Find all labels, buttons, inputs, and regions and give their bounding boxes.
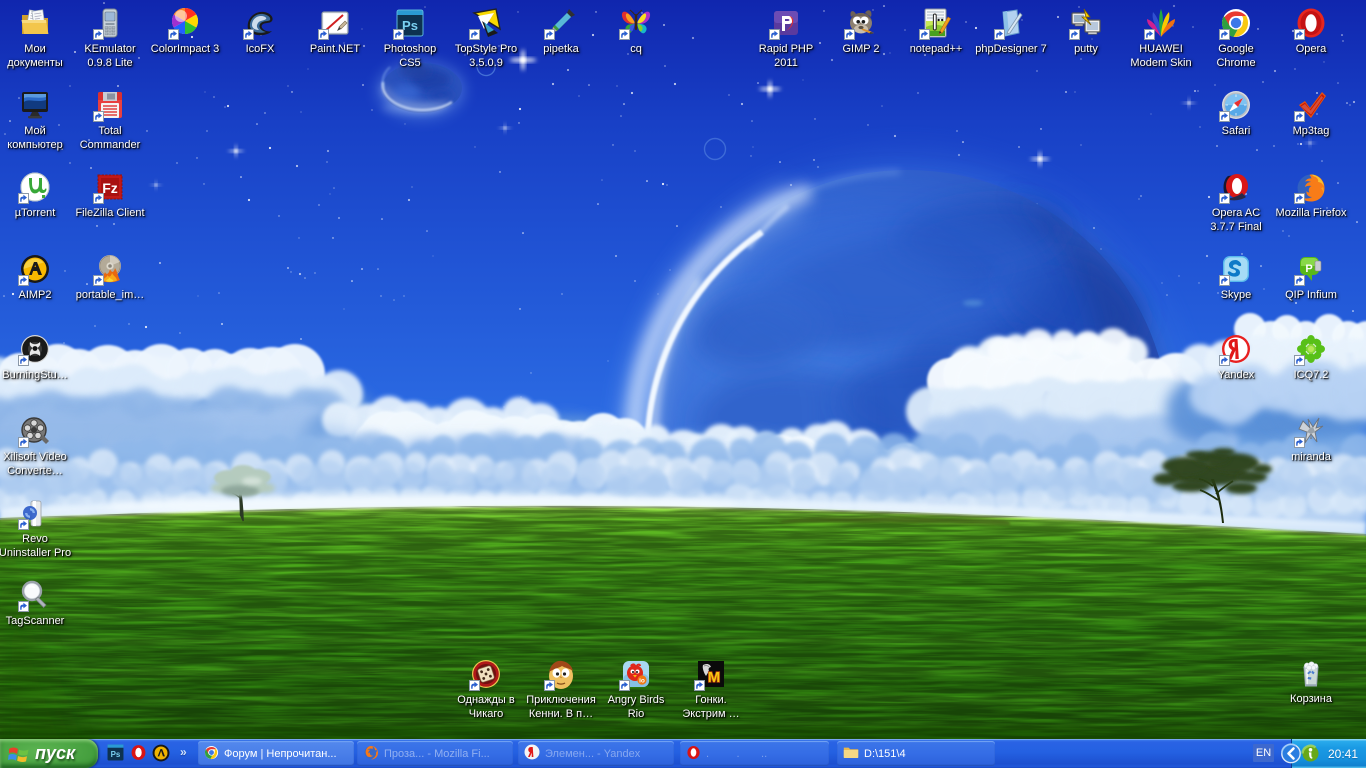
svg-text:M: M	[708, 669, 721, 686]
svg-text:Fz: Fz	[102, 180, 118, 196]
svg-text:P: P	[1305, 263, 1312, 275]
svg-text:Ps: Ps	[402, 18, 418, 33]
svg-text:Ps: Ps	[111, 750, 121, 759]
svg-text:io: io	[639, 678, 645, 685]
